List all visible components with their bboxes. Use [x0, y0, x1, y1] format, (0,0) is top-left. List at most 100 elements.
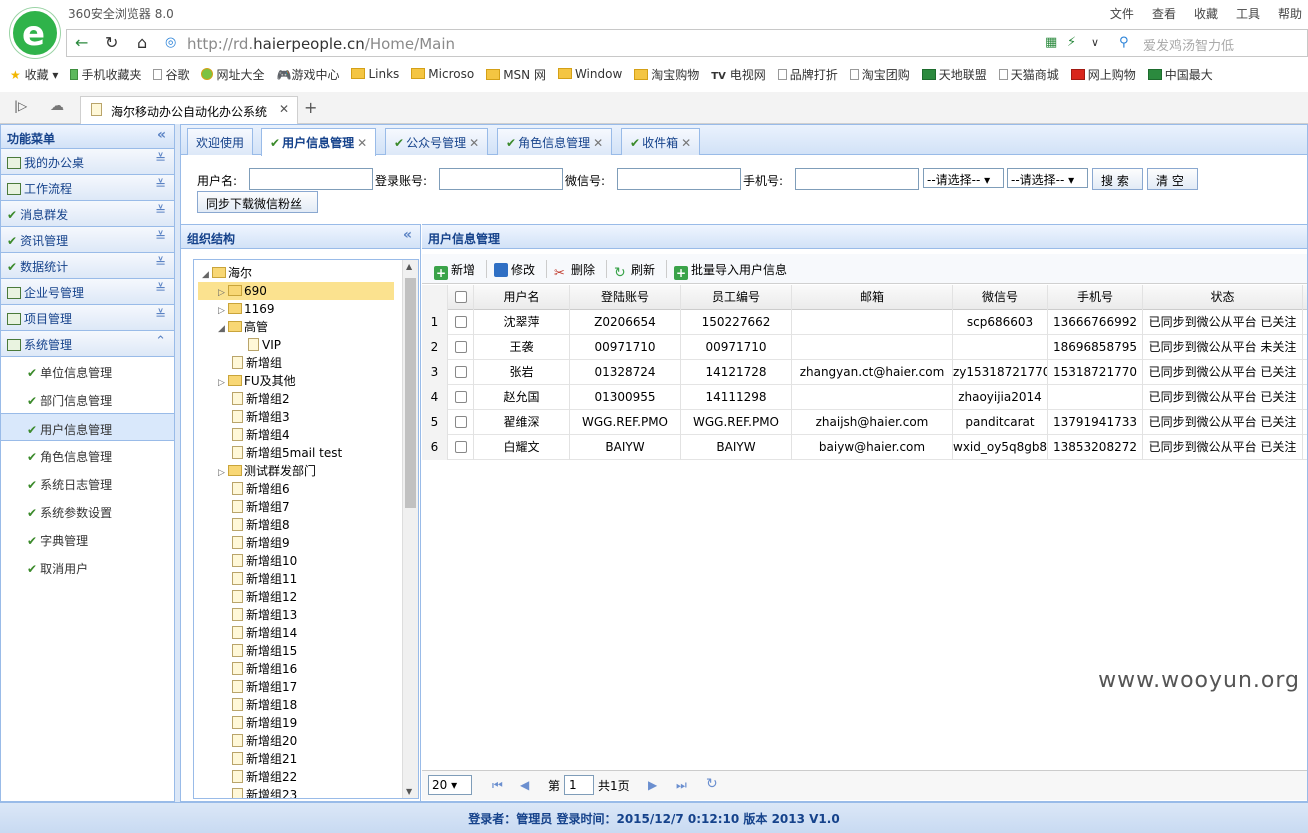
bookmark-alliance[interactable]: 天地联盟 — [921, 66, 987, 83]
search-button[interactable]: 搜 索 — [1092, 168, 1143, 190]
row-checkbox[interactable] — [448, 360, 474, 385]
menu-view[interactable]: 查看 — [1152, 5, 1176, 22]
sidebar-toggle-icon[interactable]: |▷ — [14, 99, 27, 113]
collapse-icon[interactable]: « — [157, 127, 166, 143]
bookmark-msn[interactable]: MSN 网 — [486, 66, 546, 83]
col-wechat[interactable]: 微信号 — [953, 285, 1048, 310]
col-email[interactable]: 邮箱 — [792, 285, 953, 310]
search-hint[interactable]: 爱发鸡汤智力低 — [1143, 35, 1234, 54]
expand-icon[interactable]: ≚ — [155, 230, 166, 245]
close-icon[interactable]: ✕ — [357, 136, 367, 150]
dropdown-icon[interactable]: ∨ — [1091, 36, 1099, 49]
menu-file[interactable]: 文件 — [1110, 5, 1134, 22]
table-row[interactable]: 2 王袭 00971710 00971710 18696858795 已同步到微… — [422, 335, 1307, 360]
row-checkbox[interactable] — [448, 385, 474, 410]
menu-group-system[interactable]: 系统管理 ⌃ — [1, 331, 174, 357]
expand-icon[interactable]: ≚ — [155, 204, 166, 219]
close-icon[interactable]: ✕ — [469, 136, 479, 150]
table-row[interactable]: 6 白耀文 BAIYW BAIYW baiyw@haier.com wxid_o… — [422, 435, 1307, 460]
tree-node[interactable]: 新增组22 — [232, 768, 297, 786]
delete-button[interactable]: ✂ 删除 — [554, 261, 595, 281]
clear-button[interactable]: 清 空 — [1147, 168, 1198, 190]
tree-node[interactable]: 新增组15 — [232, 642, 297, 660]
close-icon[interactable]: ✕ — [681, 136, 691, 150]
close-icon[interactable]: ✕ — [593, 136, 603, 150]
bookmark-taobao[interactable]: 淘宝购物 — [634, 66, 699, 83]
edit-button[interactable]: 修改 — [494, 261, 535, 278]
tree-node[interactable]: 新增组21 — [232, 750, 297, 768]
sidebar-item-logs[interactable]: ✔ 系统日志管理 — [1, 469, 174, 497]
reload-page-icon[interactable]: ↻ — [706, 776, 718, 792]
tab-role-management[interactable]: ✔ 角色信息管理 ✕ — [497, 128, 613, 155]
tree-node[interactable]: ▷ FU及其他 — [218, 372, 296, 390]
back-icon[interactable]: ← — [75, 33, 88, 52]
tree-node[interactable]: 新增组3 — [232, 408, 290, 426]
collapse-icon[interactable]: « — [403, 227, 412, 243]
tree-node[interactable]: 新增组14 — [232, 624, 297, 642]
tree-node[interactable]: 新增组18 — [232, 696, 297, 714]
username-input[interactable] — [249, 168, 373, 190]
cloud-icon[interactable]: ☁ — [50, 98, 64, 114]
prev-page-icon[interactable]: ◀ — [520, 778, 529, 792]
menu-group-stats[interactable]: ✔ 数据统计 ≚ — [1, 253, 174, 279]
table-row[interactable]: 5 翟维深 WGG.REF.PMO WGG.REF.PMO zhaijsh@ha… — [422, 410, 1307, 435]
collapse-up-icon[interactable]: ⌃ — [155, 334, 166, 349]
col-status[interactable]: 状态 — [1143, 285, 1303, 310]
browser-tab[interactable]: 海尔移动办公自动化办公系统 ✕ — [80, 96, 298, 124]
tree-node[interactable]: ▷ 690 — [198, 282, 394, 300]
menu-group-project[interactable]: 项目管理 ≚ — [1, 305, 174, 331]
tree-node[interactable]: 新增组 — [232, 354, 282, 372]
tree-node[interactable]: 新增组2 — [232, 390, 290, 408]
tree-node[interactable]: ▷ 1169 — [218, 300, 275, 318]
account-input[interactable] — [439, 168, 563, 190]
last-page-icon[interactable]: ⏭ — [676, 778, 687, 793]
tree-scrollbar[interactable]: ▲ ▼ — [402, 260, 418, 798]
qr-icon[interactable]: ▦ — [1045, 35, 1057, 50]
row-checkbox[interactable] — [448, 310, 474, 335]
tree-node[interactable]: 新增组16 — [232, 660, 297, 678]
page-size-select[interactable]: 20 ▾ — [428, 775, 472, 795]
expand-icon[interactable]: ≚ — [155, 282, 166, 297]
sidebar-item-users[interactable]: ✔ 用户信息管理 — [1, 413, 174, 441]
bookmark-mobile[interactable]: 手机收藏夹 — [70, 66, 141, 83]
bookmark-google[interactable]: 谷歌 — [153, 66, 189, 83]
row-checkbox[interactable] — [448, 335, 474, 360]
tree-node[interactable]: ▷ 测试群发部门 — [218, 462, 316, 480]
batch-import-button[interactable]: + 批量导入用户信息 — [674, 261, 787, 280]
page-input[interactable]: 1 — [564, 775, 594, 795]
tree-node[interactable]: 新增组12 — [232, 588, 297, 606]
col-employee-id[interactable]: 员工编号 — [681, 285, 792, 310]
url-text[interactable]: http://rd.haierpeople.cn/Home/Main — [187, 35, 455, 53]
sidebar-item-roles[interactable]: ✔ 角色信息管理 — [1, 441, 174, 469]
tree-node[interactable]: 新增组13 — [232, 606, 297, 624]
select-all-checkbox[interactable] — [448, 285, 474, 310]
tree-node[interactable]: ◢ 高管 — [218, 318, 268, 336]
scroll-down-icon[interactable]: ▼ — [406, 787, 412, 796]
bookmark-windows[interactable]: Window — [557, 67, 622, 81]
table-row[interactable]: 1 沈翠萍 Z0206654 150227662 scp686603 13666… — [422, 310, 1307, 335]
bookmark-china[interactable]: 中国最大 — [1147, 66, 1213, 83]
col-account[interactable]: 登陆账号 — [570, 285, 681, 310]
address-bar[interactable]: ← ↻ ⌂ ◎ http://rd.haierpeople.cn/Home/Ma… — [66, 29, 1308, 57]
wechat-input[interactable] — [617, 168, 741, 190]
tree-node[interactable]: 新增组9 — [232, 534, 290, 552]
sidebar-item-dict[interactable]: ✔ 字典管理 — [1, 525, 174, 553]
sidebar-item-cancel-user[interactable]: ✔ 取消用户 — [1, 553, 174, 581]
menu-group-workflow[interactable]: 工作流程 ≚ — [1, 175, 174, 201]
scroll-thumb[interactable] — [405, 278, 416, 508]
tree-node[interactable]: 新增组19 — [232, 714, 297, 732]
sync-fans-button[interactable]: 同步下载微信粉丝 — [197, 191, 318, 213]
tree-node[interactable]: VIP — [248, 336, 281, 354]
col-username[interactable]: 用户名 — [474, 285, 570, 310]
row-checkbox[interactable] — [448, 435, 474, 460]
tree-node[interactable]: 新增组4 — [232, 426, 290, 444]
bookmark-site-nav[interactable]: 网址大全 — [201, 66, 265, 83]
menu-favorites[interactable]: 收藏 — [1194, 5, 1218, 22]
tree-node[interactable]: 新增组7 — [232, 498, 290, 516]
add-button[interactable]: + 新增 — [434, 261, 475, 280]
tree-node[interactable]: 新增组11 — [232, 570, 297, 588]
tree-node[interactable]: 新增组8 — [232, 516, 290, 534]
tab-official-account[interactable]: ✔ 公众号管理 ✕ — [385, 128, 489, 155]
bookmark-tmall[interactable]: 天猫商城 — [998, 66, 1059, 83]
reload-icon[interactable]: ↻ — [105, 33, 118, 52]
